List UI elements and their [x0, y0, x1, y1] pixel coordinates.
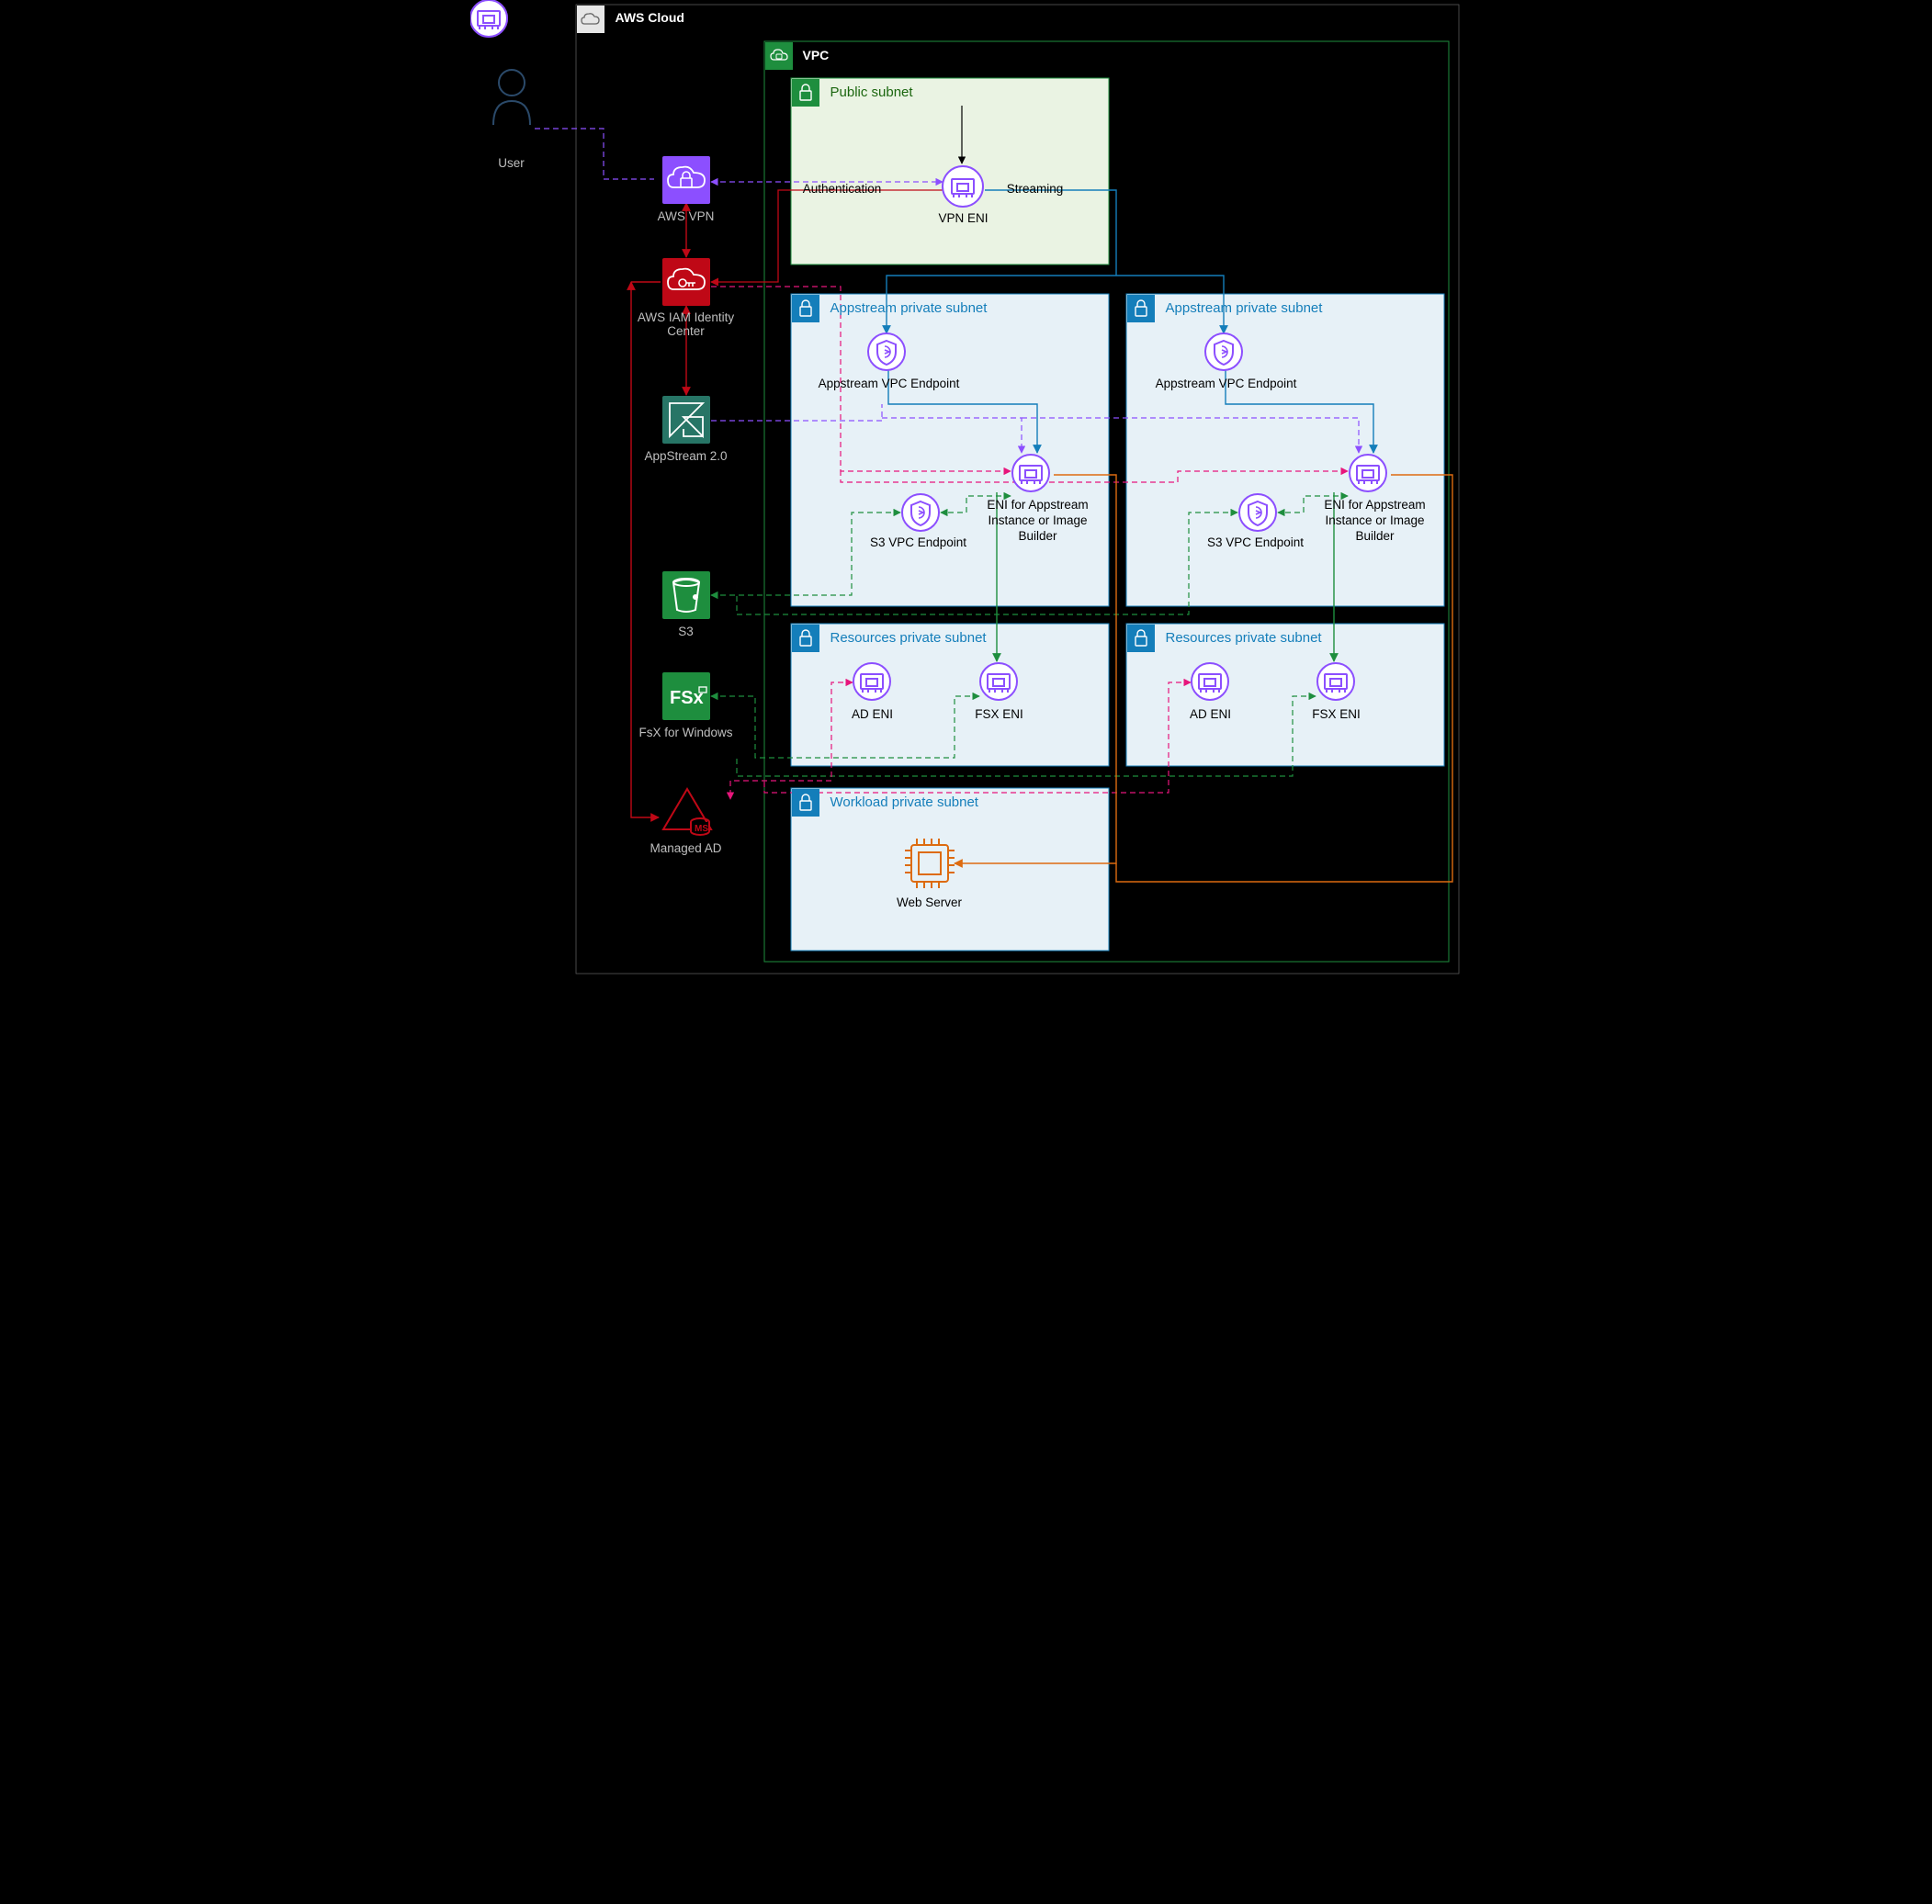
ad-eni-left-icon	[853, 663, 890, 700]
aws-cloud-title: AWS Cloud	[616, 10, 684, 25]
diagram-stage: FSx MS	[470, 0, 1463, 978]
fsx-eni-right-label: FSX ENI	[1272, 707, 1401, 721]
authentication-label: Authentication	[792, 182, 893, 196]
vpc-title: VPC	[803, 48, 830, 62]
user-label: User	[447, 156, 576, 170]
svg-text:MS: MS	[695, 824, 708, 834]
fsx-label: FsX for Windows	[622, 726, 751, 739]
iam-center-icon	[662, 258, 710, 306]
aws-vpn-label: AWS VPN	[622, 209, 751, 223]
vpn-eni-icon	[943, 166, 983, 207]
aws-vpn-icon	[662, 156, 710, 204]
s3-icon	[662, 571, 710, 619]
fsx-icon: FSx	[662, 672, 710, 720]
s3-endpoint-right-label: S3 VPC Endpoint	[1201, 535, 1311, 549]
appstream-instance-eni-right-icon	[1350, 455, 1386, 491]
s3-label: S3	[622, 625, 751, 638]
ad-eni-left-label: AD ENI	[808, 707, 937, 721]
resources-subnet-title-right: Resources private subnet	[1166, 630, 1322, 646]
webserver-label: Web Server	[865, 896, 994, 909]
workload-subnet-title: Workload private subnet	[830, 794, 978, 810]
resources-subnet-title-left: Resources private subnet	[830, 630, 987, 646]
ad-eni-right-icon	[1192, 663, 1228, 700]
user-icon	[493, 70, 530, 125]
fsx-eni-right-icon	[1317, 663, 1354, 700]
svg-text:FSx: FSx	[670, 688, 704, 708]
appstream-endpoint-right-label: Appstream VPC Endpoint	[1144, 377, 1309, 390]
diagram-svg: FSx MS	[470, 0, 1463, 978]
appstream-instance-eni-left-label: ENI for Appstream Instance or Image Buil…	[983, 498, 1093, 545]
managed-ad-label: Managed AD	[622, 841, 751, 855]
streaming-label: Streaming	[989, 182, 1081, 196]
fsx-eni-left-icon	[980, 663, 1017, 700]
appstream-instance-eni-left-icon	[1012, 455, 1049, 491]
vpn-eni-label: VPN ENI	[899, 211, 1028, 225]
fsx-eni-left-label: FSX ENI	[935, 707, 1064, 721]
ad-eni-right-label: AD ENI	[1147, 707, 1275, 721]
appstream-icon	[662, 396, 710, 444]
appstream-subnet-title-right: Appstream private subnet	[1166, 300, 1323, 316]
s3-endpoint-left-label: S3 VPC Endpoint	[864, 535, 974, 549]
appstream-endpoint-left-label: Appstream VPC Endpoint	[807, 377, 972, 390]
appstream-instance-eni-right-label: ENI for Appstream Instance or Image Buil…	[1320, 498, 1430, 545]
public-subnet-title: Public subnet	[830, 84, 913, 100]
appstream-label: AppStream 2.0	[622, 449, 751, 463]
appstream-subnet-title-left: Appstream private subnet	[830, 300, 988, 316]
managed-ad-icon: MS	[663, 789, 711, 835]
iam-center-label: AWS IAM Identity Center	[622, 310, 751, 338]
